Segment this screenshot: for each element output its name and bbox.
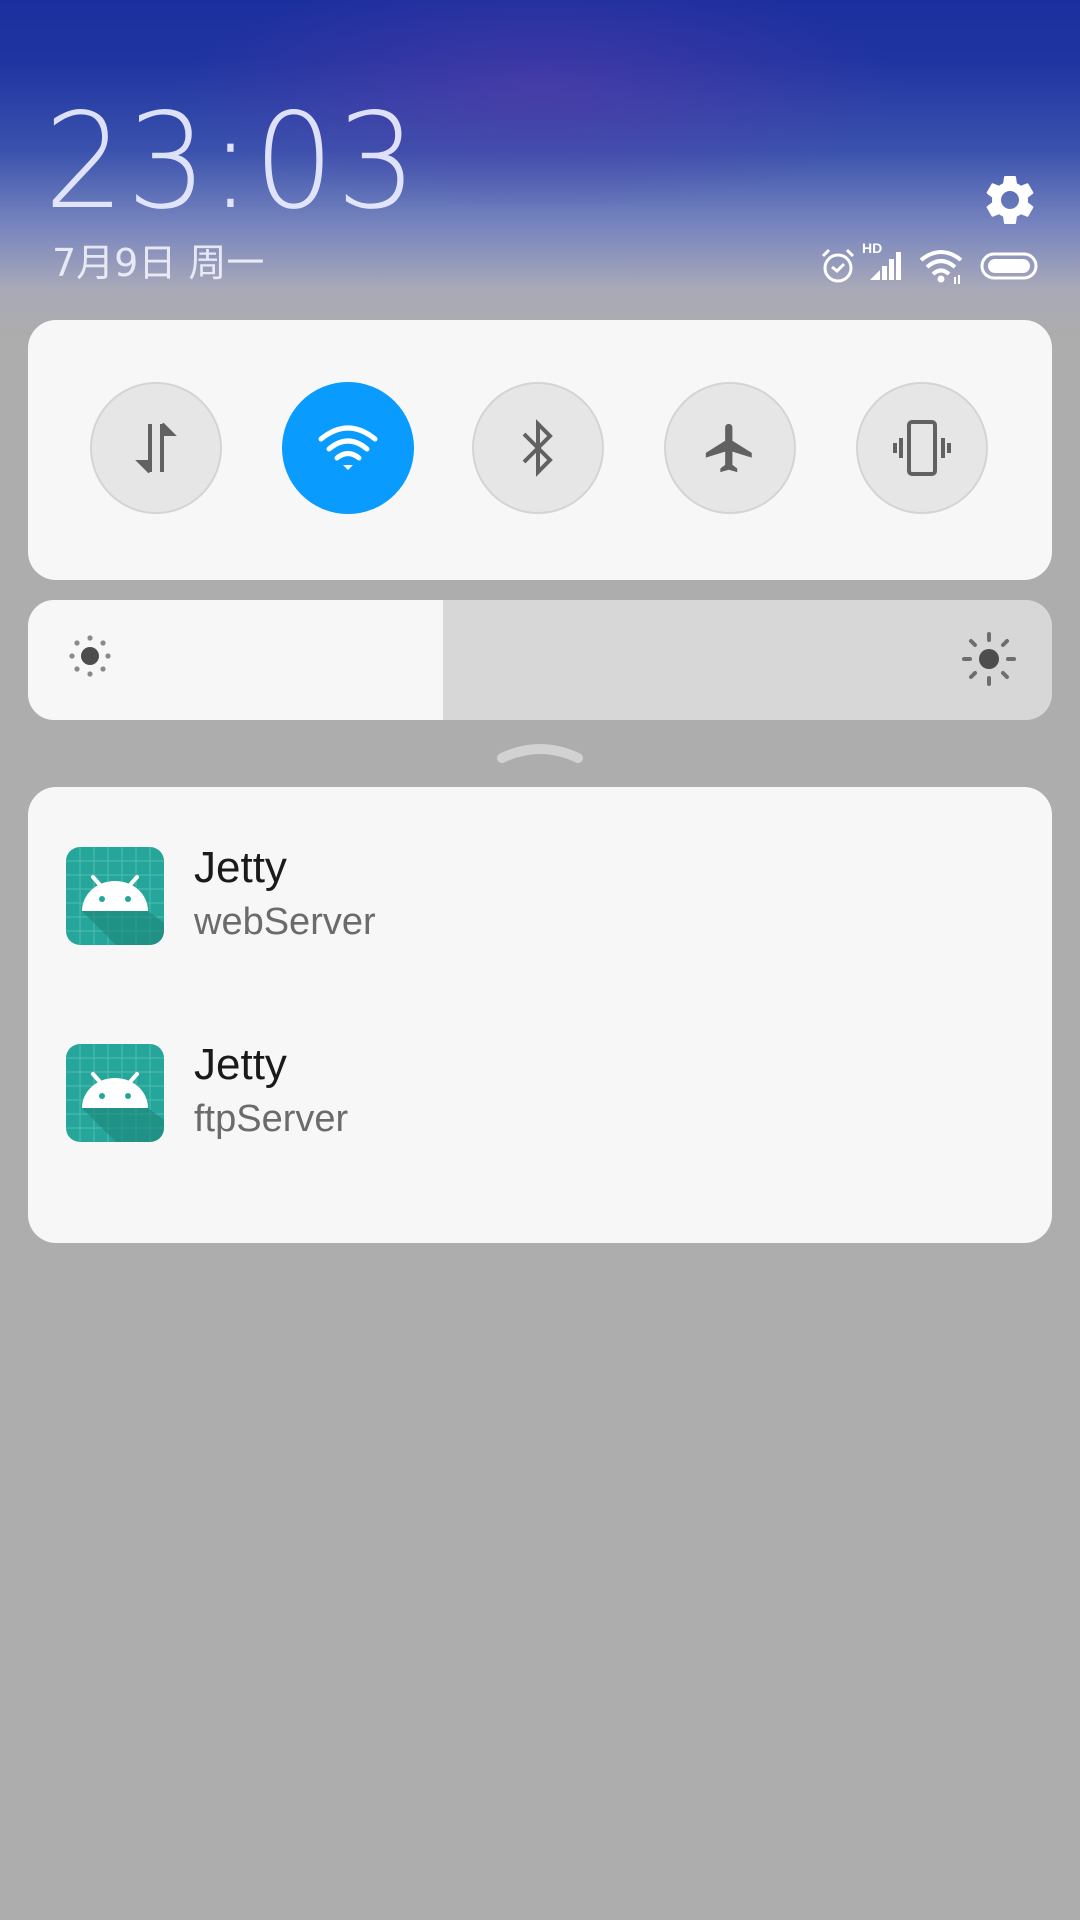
hd-signal-icon: HD: [862, 240, 912, 284]
wifi-icon: [919, 250, 963, 284]
notification-subtitle: webServer: [194, 901, 376, 943]
brightness-low-icon: [69, 635, 111, 677]
brightness-high-icon: [962, 632, 1016, 686]
wifi-icon: [318, 425, 378, 470]
notifications-panel: Jetty webServer Jetty ftpServer: [28, 787, 1052, 1243]
battery-icon: [980, 252, 1038, 280]
toggle-wifi[interactable]: [282, 382, 414, 514]
toggle-airplane-mode[interactable]: [664, 382, 796, 514]
gear-icon: [986, 176, 1034, 224]
quick-toggles-panel: [28, 320, 1052, 580]
vibrate-icon: [893, 420, 951, 476]
android-app-icon: [66, 1044, 164, 1142]
bluetooth-icon: [522, 419, 553, 477]
notification-title: Jetty: [194, 843, 287, 892]
date: 7月9日 周一: [52, 241, 265, 285]
clock: 23:03: [44, 85, 419, 239]
toggle-bluetooth[interactable]: [472, 382, 604, 514]
collapse-handle[interactable]: [496, 736, 584, 766]
android-app-icon: [66, 847, 164, 945]
data-arrows-icon: [135, 422, 177, 474]
alarm-icon: [821, 248, 855, 283]
notification-title: Jetty: [194, 1040, 287, 1089]
toggle-mobile-data[interactable]: [90, 382, 222, 514]
toggle-vibrate[interactable]: [856, 382, 988, 514]
brightness-slider[interactable]: [28, 600, 1052, 720]
notification-subtitle: ftpServer: [194, 1098, 349, 1140]
airplane-icon: [705, 423, 752, 473]
notification-item[interactable]: Jetty webServer: [28, 827, 1052, 977]
notification-item[interactable]: Jetty ftpServer: [28, 1024, 1052, 1174]
status-bar-icons: HD: [810, 240, 1050, 290]
settings-button[interactable]: [978, 168, 1042, 232]
